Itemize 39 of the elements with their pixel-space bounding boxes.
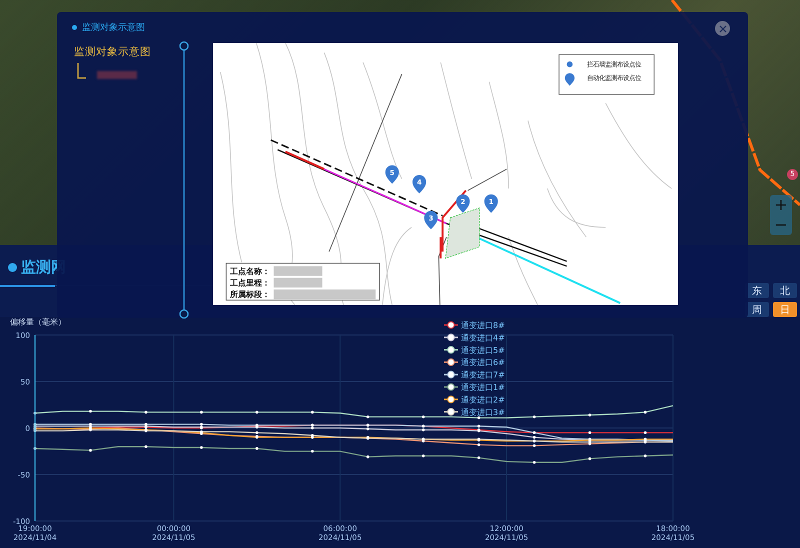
location-pin-icon — [412, 174, 426, 194]
modal-title: 监测对象示意图 — [82, 22, 145, 34]
tree-item[interactable]: 监测对象示意图 — [74, 45, 178, 59]
legend-marker-icon[interactable] — [444, 383, 458, 391]
y-axis-label: 偏移量（毫米） — [10, 318, 66, 327]
direction-button[interactable]: 北 — [773, 283, 797, 298]
location-pin-icon — [424, 210, 438, 230]
legend-label[interactable]: 通变进口2# — [461, 395, 505, 404]
legend-label[interactable]: 通变进口4# — [461, 333, 505, 342]
title-dot-icon — [72, 25, 77, 30]
panel-title: 监测网 — [21, 258, 66, 276]
location-pin-icon — [385, 165, 399, 184]
info-label: 工点里程： — [230, 278, 270, 288]
hatched-zone-drawing — [445, 208, 480, 259]
redacted-value — [274, 266, 322, 276]
legend-marker-icon[interactable] — [444, 346, 458, 354]
tree-branch-icon — [77, 63, 87, 79]
legend-label[interactable]: 通变进口6# — [461, 358, 505, 368]
legend-label[interactable]: 通变进口7# — [461, 370, 505, 380]
info-label: 所属标段： — [230, 289, 270, 300]
location-pin-icon — [484, 194, 498, 213]
info-label: 工点名称： — [230, 266, 270, 276]
close-button[interactable] — [715, 21, 730, 36]
legend-label[interactable]: 通变进口8# — [461, 321, 505, 330]
pin-symbol-icon — [564, 73, 575, 86]
legend-marker-icon[interactable] — [444, 334, 458, 342]
legend-label[interactable]: 通变进口3# — [461, 408, 505, 417]
legend-marker-icon[interactable] — [444, 408, 458, 416]
legend-marker-icon[interactable] — [444, 370, 458, 378]
legend-marker-icon[interactable] — [444, 358, 458, 366]
legend-label[interactable]: 通变进口1# — [461, 383, 505, 392]
location-pin-icon — [456, 194, 470, 213]
redacted-label — [97, 71, 137, 79]
legend-marker-icon[interactable] — [444, 321, 458, 329]
legend-label[interactable]: 通变进口5# — [461, 346, 505, 355]
close-icon — [718, 24, 726, 32]
legend-marker-icon[interactable] — [444, 396, 458, 404]
title-dot-icon — [8, 262, 17, 272]
dot-symbol-icon — [566, 61, 573, 68]
